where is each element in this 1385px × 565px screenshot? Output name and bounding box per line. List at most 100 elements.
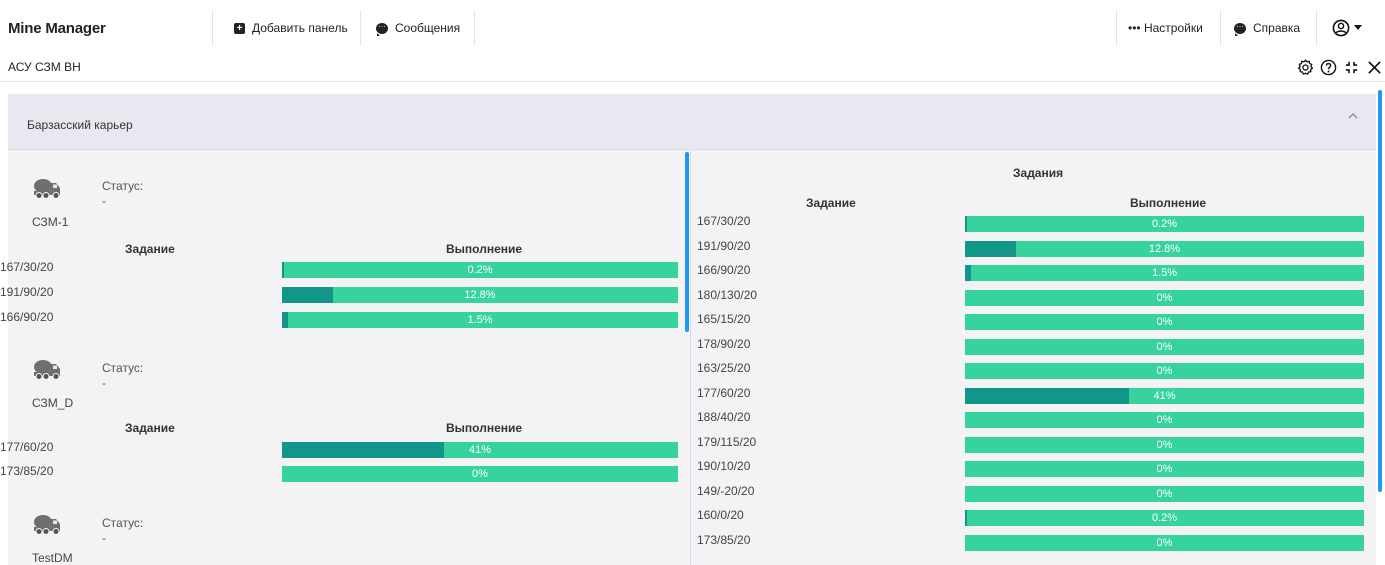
progress-label: 0% [1156,487,1173,500]
task-code[interactable]: 178/90/20 [697,337,750,351]
page-scrollbar[interactable] [1378,90,1382,492]
progress-label: 0% [1156,291,1173,304]
caret-down-icon [1354,25,1362,30]
task-code[interactable]: 177/60/20 [697,386,750,400]
app-brand[interactable]: Mine Manager [8,0,106,48]
progress-label: 0.2% [1151,512,1178,524]
machine-name[interactable]: TestDM [32,551,73,565]
truck-icon [33,358,63,380]
progress-label: 0% [1156,340,1173,353]
task-code[interactable]: 190/10/20 [697,459,750,473]
progress-label: 0% [1156,316,1173,328]
progress-label: 0.2% [1151,218,1178,230]
progress-bar: 0% [965,461,1364,477]
status-label: Статус: [102,361,144,375]
machine-name[interactable]: СЗМ_D [32,396,73,410]
help-circle-icon[interactable] [1319,58,1337,76]
user-menu-button[interactable] [1322,10,1372,46]
panel-title: АСУ СЗМ ВН [8,60,81,74]
plus-box-icon: + [234,22,245,34]
task-code[interactable]: 173/85/20 [0,464,53,478]
progress-label: 0.2% [467,264,493,276]
progress-bar: 12.8% [965,240,1364,257]
progress-bar: 0% [965,338,1364,355]
settings-button[interactable]: ••• Настройки [1118,10,1213,46]
user-circle-icon [1332,19,1350,37]
task-column-header: Задание [806,196,856,210]
panel-header: АСУ СЗМ ВН [0,48,1385,82]
truck-icon [33,513,63,535]
column-divider [690,150,691,565]
progress-bar: 0% [965,363,1364,379]
machine-name[interactable]: СЗМ-1 [32,215,68,229]
progress-column-header: Выполнение [446,421,523,435]
task-column-header: Задание [125,242,175,256]
progress-bar: 0% [282,466,678,482]
left-scrollbar[interactable] [685,152,689,332]
progress-bar: 41% [282,442,678,458]
nav-separator [1316,10,1317,46]
progress-bar: 0% [965,534,1364,551]
panel-toolbar [1296,58,1383,76]
close-icon[interactable] [1365,58,1383,76]
progress-bar: 0% [965,485,1364,502]
task-code[interactable]: 165/15/20 [697,312,750,326]
task-code[interactable]: 191/90/20 [697,239,750,253]
progress-bar: 0.2% [965,510,1364,526]
chat-bubble-icon [376,20,388,36]
task-code[interactable]: 166/90/20 [697,263,750,277]
gear-icon[interactable] [1296,58,1314,76]
progress-label: 1.5% [1151,267,1178,279]
task-code[interactable]: 177/60/20 [0,440,53,454]
progress-label: 0% [1156,365,1173,377]
collapse-icon[interactable] [1342,58,1360,76]
progress-label: 0% [1156,438,1173,451]
progress-bar: 1.5% [965,265,1364,281]
help-label: Справка [1253,21,1301,35]
progress-bar: 0% [965,412,1364,428]
section-title: Барзасский карьер [27,118,133,132]
task-code[interactable]: 149/-20/20 [697,484,754,498]
add-panel-button[interactable]: + Добавить панель [224,10,358,46]
progress-label: 41% [1153,389,1176,402]
task-code[interactable]: 179/115/20 [697,435,756,449]
task-code[interactable]: 163/25/20 [697,361,750,375]
progress-column-header: Выполнение [446,242,523,256]
progress-bar: 0.2% [965,216,1364,232]
progress-label: 1.5% [467,314,493,326]
task-code[interactable]: 188/40/20 [697,410,750,424]
progress-bar: 0% [965,436,1364,453]
add-panel-label: Добавить панель [252,21,348,35]
progress-label: 12.8% [1148,242,1181,255]
task-code[interactable]: 167/30/20 [697,214,750,228]
settings-label: ••• Настройки [1128,21,1203,35]
progress-label: 0% [1156,536,1173,549]
nav-separator [360,10,361,46]
task-code[interactable]: 191/90/20 [0,285,53,299]
nav-separator [1220,10,1221,46]
messages-button[interactable]: Сообщения [366,10,470,46]
brand-separator [212,10,213,46]
progress-label: 0% [472,468,488,480]
progress-label: 0% [1156,463,1173,475]
progress-label: 12.8% [464,289,496,301]
task-code[interactable]: 160/0/20 [697,508,744,522]
status-value: - [102,376,106,390]
task-code[interactable]: 173/85/20 [697,533,750,547]
status-label: Статус: [102,516,144,530]
progress-label: 41% [468,444,492,456]
help-button[interactable]: Справка [1224,10,1310,46]
progress-bar: 0% [965,314,1364,330]
nav-separator [474,10,475,46]
chevron-up-icon[interactable] [1348,112,1358,119]
task-column-header: Задание [125,421,175,435]
task-code[interactable]: 167/30/20 [0,260,53,274]
status-label: Статус: [102,179,144,193]
progress-bar: 41% [965,387,1364,404]
task-code[interactable]: 166/90/20 [0,310,53,324]
progress-label: 0% [1156,414,1173,426]
section-header[interactable]: Барзасский карьер [8,94,1376,150]
messages-label: Сообщения [395,21,461,35]
task-code[interactable]: 180/130/20 [697,288,757,302]
nav-separator [1116,10,1117,46]
